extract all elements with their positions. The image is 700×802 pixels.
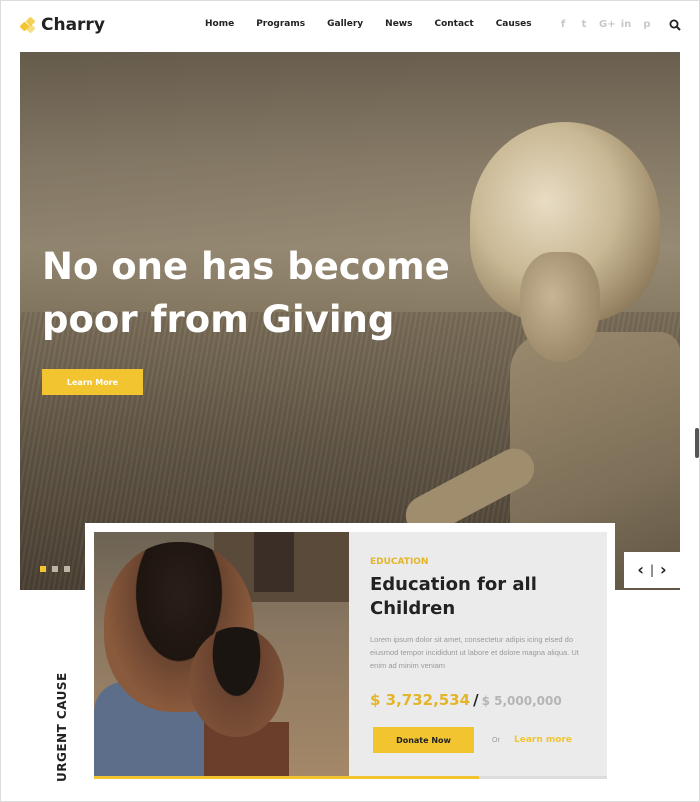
hero-title: No one has become poor from Giving [42,245,450,341]
slider-dot[interactable] [52,566,58,572]
cause-amounts: $ 3,732,534/$ 5,000,000 [370,690,562,709]
site-header: Charry Home Programs Gallery News Contac… [0,0,700,50]
search-icon[interactable] [669,19,681,31]
nav-home[interactable]: Home [205,19,234,29]
prev-arrow-icon[interactable]: ‹ [637,562,644,578]
logo-text: Charry [41,15,105,35]
or-text: Or [492,737,500,744]
cause-category[interactable]: EDUCATION [370,557,428,567]
hero-learn-more-button[interactable]: Learn More [42,369,143,395]
google-plus-icon[interactable]: G+ [599,19,616,30]
nav-causes[interactable]: Causes [496,19,532,29]
cause-description: Lorem ipsum dolor sit amet, consectetur … [370,635,579,670]
twitter-icon[interactable]: t [578,19,590,30]
slider-dot[interactable] [64,566,70,572]
pinterest-icon[interactable]: p [641,19,653,30]
urgent-cause-label: URGENT CAUSE [55,672,69,782]
amount-separator: / [473,691,479,709]
cause-learn-more-link[interactable]: Learn more [514,735,572,745]
cause-progress-fill [94,776,479,779]
nav-gallery[interactable]: Gallery [327,19,363,29]
cause-progress-bar [94,776,607,779]
nav-news[interactable]: News [385,19,412,29]
cause-title[interactable]: Education for all Children [370,573,595,621]
facebook-icon[interactable]: f [557,19,569,30]
slider-dot[interactable] [40,566,46,572]
cause-slider-controls: ‹ | › [624,552,680,588]
hero-girl-face [520,252,600,362]
cause-photo [94,532,349,776]
logo[interactable]: Charry [19,15,105,35]
nav-contact[interactable]: Contact [434,19,473,29]
scrollbar-thumb[interactable] [695,428,699,458]
nav-programs[interactable]: Programs [256,19,305,29]
donate-now-button[interactable]: Donate Now [373,727,474,753]
amount-goal: $ 5,000,000 [481,694,562,708]
linkedin-icon[interactable]: in [620,19,632,30]
next-arrow-icon[interactable]: › [660,562,667,578]
logo-icon [19,16,36,34]
arrow-separator: | [649,563,655,577]
social-links: f t G+ in p [557,19,653,30]
main-nav: Home Programs Gallery News Contact Cause… [205,19,532,29]
slider-dots [40,566,70,572]
amount-raised: $ 3,732,534 [370,691,471,709]
